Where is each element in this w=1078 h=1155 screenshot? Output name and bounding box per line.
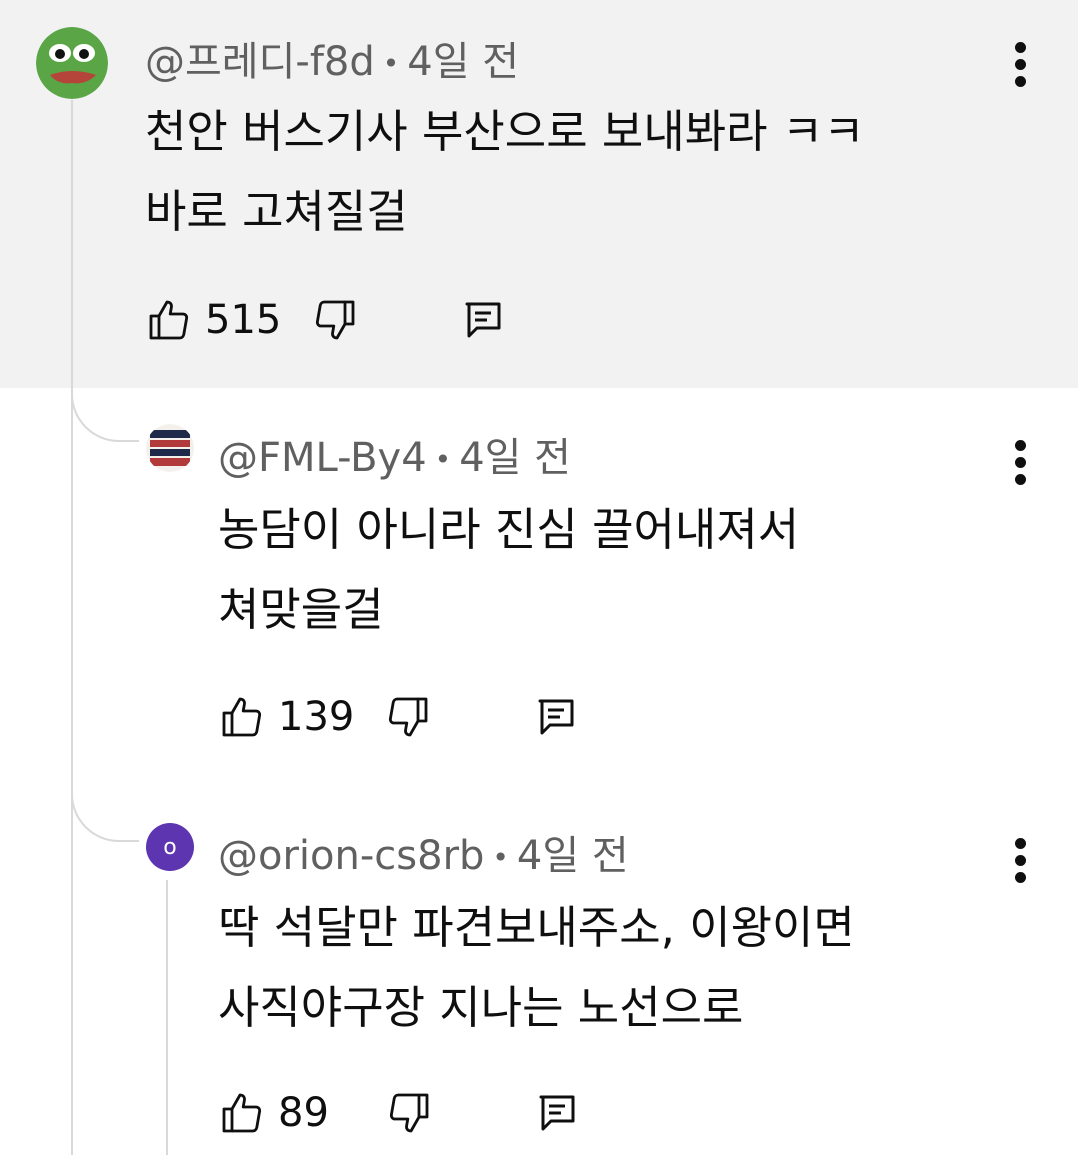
reply-icon[interactable] <box>533 1089 581 1137</box>
pepe-frog-avatar[interactable] <box>36 27 108 99</box>
thread-line <box>71 100 73 1155</box>
like-count: 515 <box>205 297 282 343</box>
comment-actions: 89 <box>218 1088 581 1138</box>
thumbs-down-icon[interactable] <box>311 296 359 344</box>
comment-author[interactable]: @프레디-f8d <box>145 39 375 85</box>
thread-connector <box>71 792 139 842</box>
thumbs-down-icon[interactable] <box>384 693 432 741</box>
thumbs-up-icon[interactable] <box>218 693 266 741</box>
thumbs-down-icon[interactable] <box>385 1089 433 1137</box>
thread-connector <box>71 392 139 442</box>
thumbs-up-icon[interactable] <box>145 296 193 344</box>
comment-text: 천안 버스기사 부산으로 보내봐라 ㅋㅋ 바로 고쳐질걸 <box>145 105 865 238</box>
letter-avatar[interactable]: o <box>146 823 194 871</box>
comment-time: 4일 전 <box>407 39 520 85</box>
comment-meta: @FML-By4 • 4일 전 <box>218 435 571 481</box>
poster-avatar[interactable] <box>146 424 194 472</box>
more-options-button[interactable] <box>1012 42 1028 87</box>
comment-text: 농담이 아니라 진심 끌어내져서 쳐맞을걸 <box>218 503 800 636</box>
comment-author[interactable]: @orion-cs8rb <box>218 833 484 879</box>
reply-thread-line <box>166 880 168 1155</box>
more-options-button[interactable] <box>1012 838 1028 883</box>
thumbs-up-icon[interactable] <box>218 1089 266 1137</box>
comment-actions: 139 <box>218 692 580 742</box>
comment-text: 딱 석달만 파견보내주소, 이왕이면 사직야구장 지나는 노선으로 <box>218 901 855 1034</box>
comment-meta: @orion-cs8rb • 4일 전 <box>218 833 629 879</box>
like-count: 139 <box>278 694 355 740</box>
comment-time: 4일 전 <box>516 833 629 879</box>
reply-icon[interactable] <box>532 693 580 741</box>
more-options-button[interactable] <box>1012 440 1028 485</box>
reply-icon[interactable] <box>459 296 507 344</box>
comment-meta: @프레디-f8d • 4일 전 <box>145 39 520 85</box>
comment-author[interactable]: @FML-By4 <box>218 435 427 481</box>
like-count: 89 <box>278 1090 329 1136</box>
comment-actions: 515 <box>145 295 507 345</box>
comment-time: 4일 전 <box>459 435 571 481</box>
